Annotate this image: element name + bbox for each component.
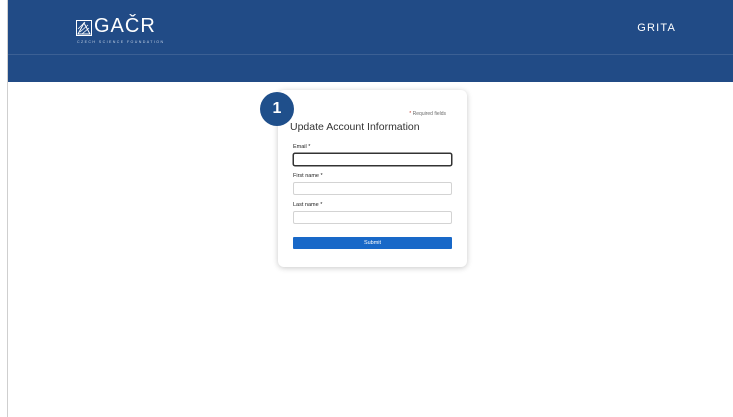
first-name-field[interactable]: [293, 182, 452, 195]
logo-text: GAČR: [94, 15, 156, 37]
last-name-label: Last name *: [293, 202, 323, 208]
window-edge: [0, 0, 8, 417]
gacr-logo-icon: [76, 20, 92, 36]
email-label: Email *: [293, 144, 311, 150]
required-note-text: Required fields: [412, 111, 446, 117]
header-divider: [8, 54, 733, 55]
required-star: *: [409, 111, 412, 117]
step-badge: 1: [260, 92, 294, 126]
form-title: Update Account Information: [290, 121, 420, 133]
top-header: GAČR CZECH SCIENCE FOUNDATION GRITA: [8, 0, 733, 82]
first-name-label: First name *: [293, 173, 323, 179]
logo-subtitle: CZECH SCIENCE FOUNDATION: [77, 40, 165, 44]
account-form-card: * Required fields Update Account Informa…: [278, 90, 467, 267]
submit-button[interactable]: Submit: [293, 237, 452, 249]
required-fields-note: * Required fields: [409, 111, 446, 117]
last-name-field[interactable]: [293, 211, 452, 224]
page: GAČR CZECH SCIENCE FOUNDATION GRITA * Re…: [0, 0, 733, 417]
email-field[interactable]: [293, 153, 452, 166]
app-name: GRITA: [637, 22, 676, 34]
